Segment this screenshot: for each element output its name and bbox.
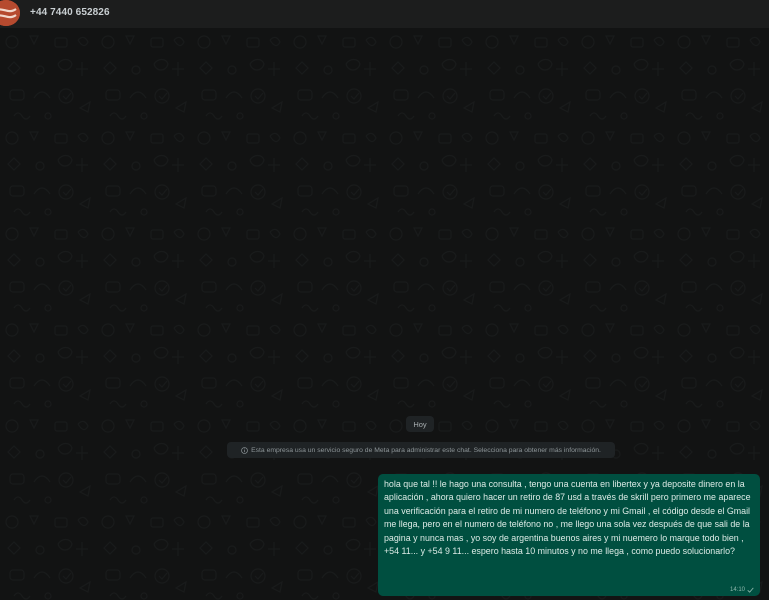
contact-name[interactable]: +44 7440 652826 (30, 7, 110, 18)
brand-logo-icon (0, 0, 20, 26)
encryption-notice[interactable]: Esta empresa usa un servicio seguro de M… (227, 442, 615, 458)
info-icon (241, 446, 248, 454)
message-time: 14:10 (729, 587, 745, 593)
single-check-icon (747, 587, 754, 593)
chat-window: +44 7440 652826 Hoy Esta empresa usa un … (0, 0, 769, 600)
chat-header: +44 7440 652826 (0, 0, 769, 28)
message-text: hola que tal !! le hago una consulta , t… (384, 479, 751, 557)
encryption-notice-text: Esta empresa usa un servicio seguro de M… (251, 446, 601, 454)
outgoing-message-bubble[interactable]: hola que tal !! le hago una consulta , t… (378, 474, 760, 596)
contact-avatar[interactable] (0, 0, 20, 26)
date-separator: Hoy (406, 416, 434, 432)
message-meta: 14:10 (730, 587, 754, 593)
